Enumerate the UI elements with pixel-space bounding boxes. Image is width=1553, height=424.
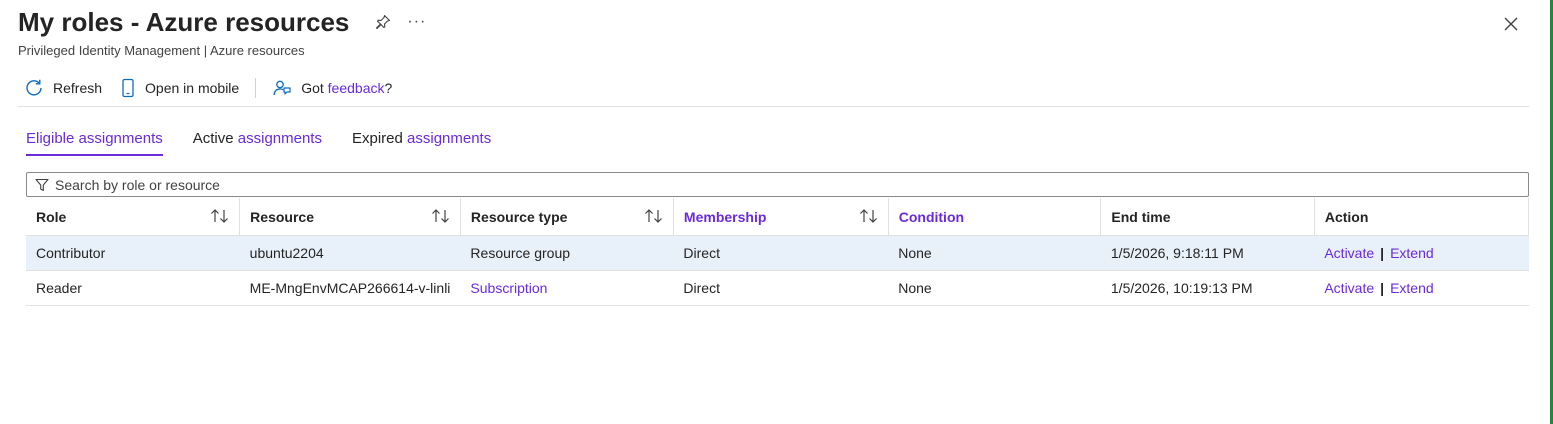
open-in-mobile-button[interactable]: Open in mobile <box>120 78 239 98</box>
page-subtitle: Privileged Identity Management | Azure r… <box>18 43 305 58</box>
sort-icon[interactable] <box>644 208 664 224</box>
tab-eligible-assignments[interactable]: Eligible assignments <box>26 130 163 156</box>
column-header-membership[interactable]: Membership <box>673 198 889 236</box>
column-label: Membership <box>683 208 767 225</box>
feedback-link[interactable]: feedback <box>328 80 385 96</box>
column-label: End time <box>1111 208 1171 225</box>
tab-eligible-label: Eligible assignments <box>26 130 163 147</box>
feedback-icon <box>273 80 291 96</box>
feedback-prefix: Got <box>301 80 328 96</box>
cell-membership: Direct <box>673 270 889 306</box>
command-bar: Refresh Open in mobile Got feedback? <box>24 75 392 101</box>
more-options-icon[interactable]: ··· <box>407 12 426 32</box>
page-title: My roles - Azure resources <box>18 7 350 37</box>
filter-icon <box>35 178 49 191</box>
column-label: Resource <box>250 208 314 225</box>
toolbar-divider <box>18 106 1529 107</box>
mobile-icon <box>122 78 134 98</box>
column-label: Condition <box>898 208 965 225</box>
refresh-label: Refresh <box>53 80 103 96</box>
open-in-mobile-label: Open in mobile <box>145 80 240 96</box>
cell-resource-type: Resource group <box>460 235 674 271</box>
pin-icon[interactable] <box>373 12 393 32</box>
sort-icon[interactable] <box>431 208 451 224</box>
tab-active-prefix: Active <box>192 130 238 147</box>
column-label: Role <box>36 208 67 225</box>
tab-expired-link: assignments <box>407 130 492 147</box>
assignment-tabs: Eligible assignments Active assignments … <box>26 130 521 156</box>
feedback-button[interactable]: Got feedback? <box>272 78 392 98</box>
feedback-suffix: ? <box>384 80 393 96</box>
activate-link[interactable]: Activate <box>1324 245 1374 261</box>
column-label: Action <box>1324 208 1369 225</box>
table-header-row: Role Resource Resource type Membership C… <box>26 198 1530 236</box>
cell-end-time: 1/5/2026, 10:19:13 PM <box>1100 270 1315 306</box>
table-row[interactable]: Contributor ubuntu2204 Resource group Di… <box>26 235 1529 271</box>
column-header-role[interactable]: Role <box>26 198 241 236</box>
toolbar-separator <box>255 78 257 98</box>
search-input[interactable]: Search by role or resource <box>26 172 1529 197</box>
cell-role: Contributor <box>26 235 240 271</box>
refresh-icon <box>26 79 42 96</box>
eligible-roles-table: Role Resource Resource type Membership C… <box>26 198 1530 306</box>
cell-action: Activate | Extend <box>1314 235 1529 271</box>
action-separator: | <box>1380 280 1385 296</box>
sort-icon[interactable] <box>210 208 230 224</box>
search-placeholder: Search by role or resource <box>55 176 220 193</box>
tab-active-assignments[interactable]: Active assignments <box>193 130 322 156</box>
extend-link[interactable]: Extend <box>1390 245 1434 261</box>
table-row[interactable]: Reader ME-MngEnvMCAP266614-v-linli Subsc… <box>26 270 1529 306</box>
close-icon[interactable] <box>1500 13 1522 35</box>
cell-action: Activate | Extend <box>1314 270 1529 306</box>
cell-membership: Direct <box>673 235 889 271</box>
cell-resource: ubuntu2204 <box>239 235 461 271</box>
sort-icon[interactable] <box>859 208 879 224</box>
cell-resource: ME-MngEnvMCAP266614-v-linli <box>239 270 461 306</box>
column-header-resource[interactable]: Resource <box>239 198 461 236</box>
column-header-end-time: End time <box>1100 198 1315 236</box>
cell-end-time: 1/5/2026, 9:18:11 PM <box>1100 235 1315 271</box>
column-header-action: Action <box>1314 198 1530 236</box>
cell-role: Reader <box>26 270 240 306</box>
refresh-button[interactable]: Refresh <box>24 78 102 98</box>
cell-condition: None <box>888 270 1101 306</box>
cell-resource-type: Subscription <box>460 270 674 306</box>
resource-type-link[interactable]: Subscription <box>470 280 547 296</box>
column-label: Resource type <box>470 208 568 225</box>
page-header: My roles - Azure resources ··· Privilege… <box>18 6 426 58</box>
tab-expired-prefix: Expired <box>351 130 408 147</box>
action-separator: | <box>1380 245 1385 261</box>
column-header-resource-type[interactable]: Resource type <box>460 198 674 236</box>
tab-expired-assignments[interactable]: Expired assignments <box>352 130 491 156</box>
tab-active-link: assignments <box>237 130 322 147</box>
cell-condition: None <box>888 235 1101 271</box>
extend-link[interactable]: Extend <box>1390 280 1434 296</box>
activate-link[interactable]: Activate <box>1324 280 1374 296</box>
column-header-condition[interactable]: Condition <box>888 198 1102 236</box>
